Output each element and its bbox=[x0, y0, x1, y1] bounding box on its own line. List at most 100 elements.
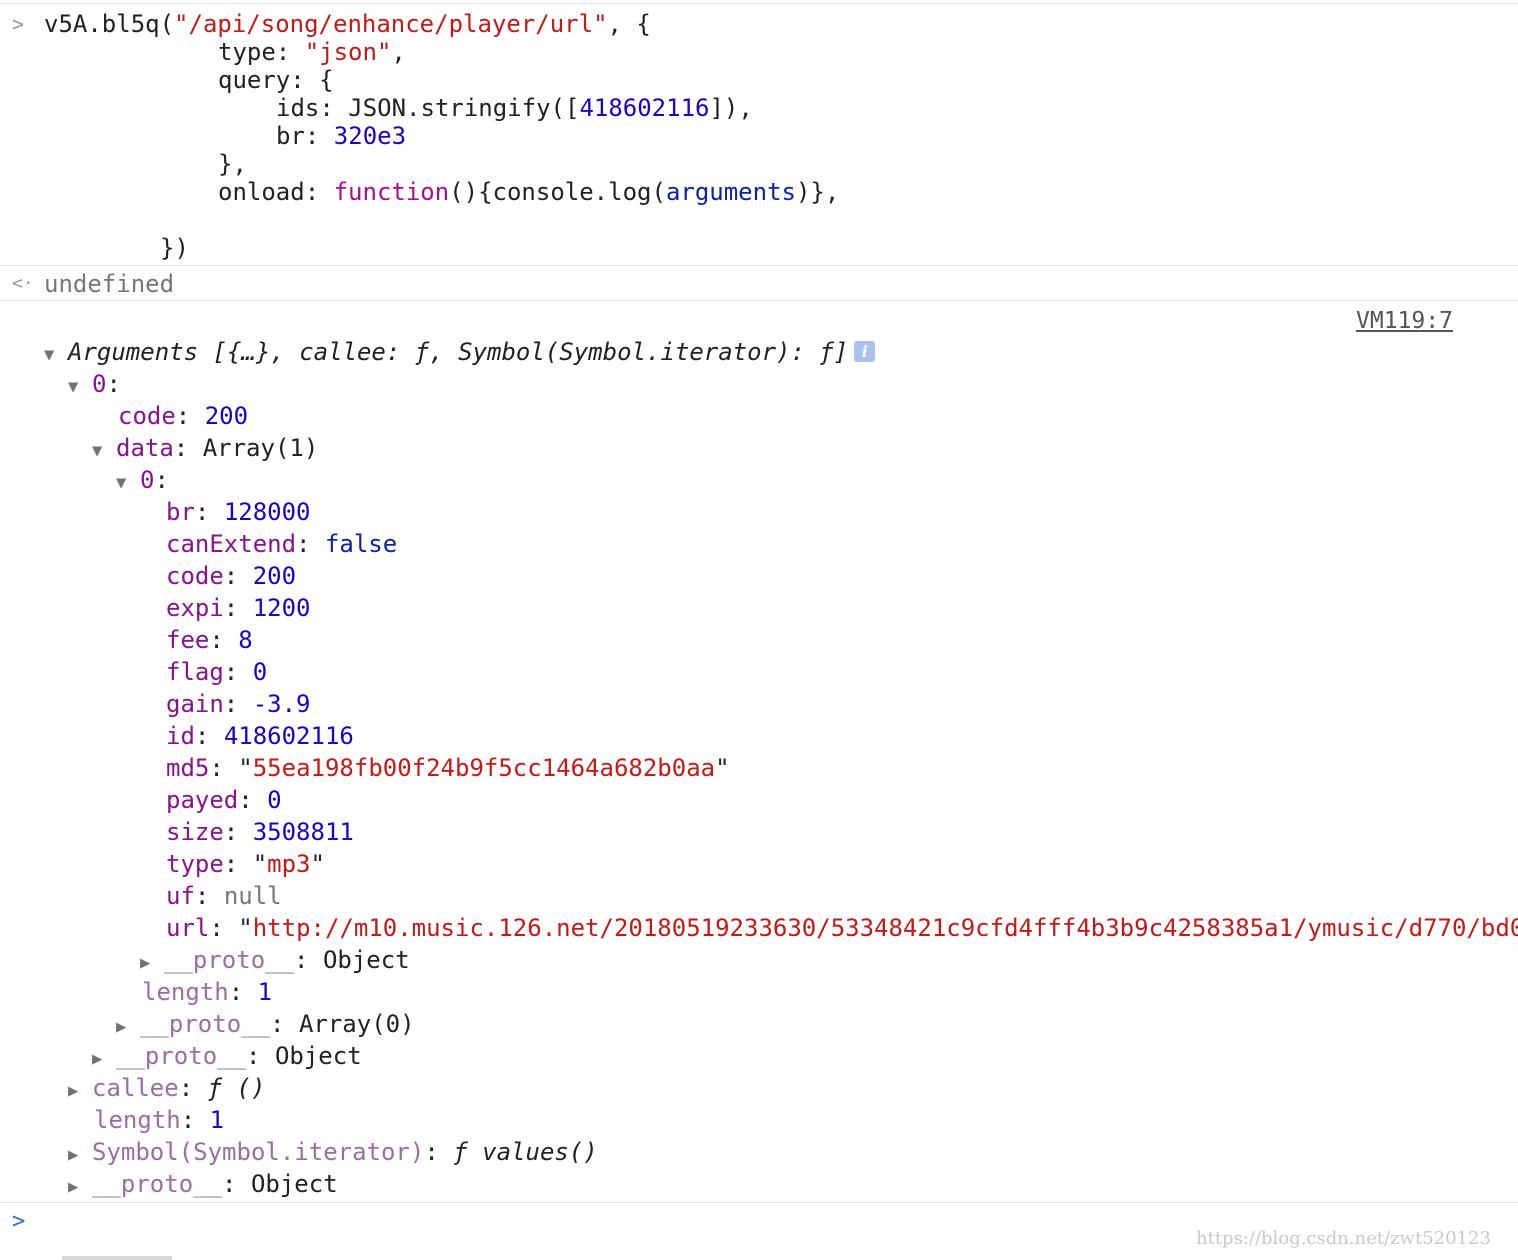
triangle-right-icon[interactable]: ▶ bbox=[140, 949, 164, 977]
property-value: ƒ values() bbox=[453, 1138, 598, 1166]
property-key: 0 bbox=[140, 466, 155, 494]
triangle-down-icon[interactable]: ▼ bbox=[116, 469, 140, 497]
tree-row-data-proto[interactable]: ▶ __proto__: Array(0) bbox=[116, 1010, 415, 1038]
property-key: md5 bbox=[166, 754, 210, 782]
code-line: v5A.bl5q("/api/song/enhance/player/url",… bbox=[44, 10, 651, 38]
field-row-expi: expi: 1200 bbox=[166, 594, 311, 622]
property-value: mp3 bbox=[267, 850, 311, 878]
code-text: onload: bbox=[218, 178, 334, 206]
info-icon[interactable]: i bbox=[854, 341, 876, 362]
code-line: onload: function(){console.log(arguments… bbox=[218, 178, 839, 206]
triangle-down-icon[interactable]: ▼ bbox=[92, 437, 116, 465]
divider bbox=[0, 265, 1518, 266]
field-row-code: code: 200 bbox=[166, 562, 297, 590]
property-value: Object bbox=[274, 1042, 362, 1070]
triangle-right-icon[interactable]: ▶ bbox=[68, 1173, 92, 1201]
field-row-md5: md5: "55ea198fb00f24b9f5cc1464a682b0aa" bbox=[166, 754, 730, 782]
code-text: ids: JSON.stringify([ bbox=[276, 94, 580, 122]
triangle-right-icon[interactable]: ▶ bbox=[116, 1013, 140, 1041]
property-key: data bbox=[116, 434, 174, 462]
property-value: Array(0) bbox=[298, 1010, 415, 1038]
property-key: id bbox=[166, 722, 195, 750]
code-keyword: function bbox=[333, 178, 450, 206]
arguments-summary-row[interactable]: ▼ Arguments [{…}, callee: ƒ, Symbol(Symbo… bbox=[44, 338, 876, 369]
property-key: gain bbox=[166, 690, 224, 718]
source-link[interactable]: VM119:7 bbox=[1356, 308, 1453, 334]
code-text: }) bbox=[160, 234, 189, 262]
field-row-id: id: 418602116 bbox=[166, 722, 354, 750]
tree-row-args-length: length: 1 bbox=[94, 1106, 225, 1134]
tree-row-symbol-iterator[interactable]: ▶ Symbol(Symbol.iterator): ƒ values() bbox=[68, 1138, 598, 1166]
property-value: null bbox=[223, 882, 282, 910]
property-value: Object bbox=[250, 1170, 338, 1198]
tree-row-0[interactable]: ▼ 0: bbox=[68, 370, 121, 398]
property-value: false bbox=[324, 530, 398, 558]
tree-row-item-0[interactable]: ▼ 0: bbox=[116, 466, 169, 494]
tree-row-code: code: 200 bbox=[118, 402, 249, 430]
property-key: code bbox=[166, 562, 224, 590]
property-value: 0 bbox=[252, 658, 268, 686]
triangle-down-icon[interactable]: ▼ bbox=[44, 341, 68, 369]
field-row-fee: fee: 8 bbox=[166, 626, 253, 654]
property-key: __proto__ bbox=[164, 946, 295, 974]
code-text: br: bbox=[276, 122, 334, 150]
field-row-size: size: 3508811 bbox=[166, 818, 354, 846]
property-key: expi bbox=[166, 594, 224, 622]
property-value: Array(1) bbox=[202, 434, 319, 462]
console-prompt-icon: > bbox=[12, 1209, 26, 1234]
triangle-down-icon[interactable]: ▼ bbox=[68, 373, 92, 401]
code-text: (){console.log( bbox=[449, 178, 666, 206]
return-arrow-icon: <· bbox=[12, 273, 34, 294]
triangle-right-icon[interactable]: ▶ bbox=[68, 1141, 92, 1169]
property-key: __proto__ bbox=[92, 1170, 223, 1198]
divider bbox=[0, 1202, 1518, 1203]
property-value: 1200 bbox=[252, 594, 311, 622]
property-key: payed bbox=[166, 786, 239, 814]
field-row-type: type: "mp3" bbox=[166, 850, 325, 878]
input-prompt-icon: > bbox=[12, 12, 25, 36]
property-key: callee bbox=[92, 1074, 179, 1102]
property-key: fee bbox=[166, 626, 210, 654]
property-value: 0 bbox=[267, 786, 282, 814]
property-value: Object bbox=[322, 946, 410, 974]
code-line: br: 320e3 bbox=[276, 122, 406, 150]
result-value: undefined bbox=[44, 270, 175, 298]
property-value: 8 bbox=[238, 626, 253, 654]
tree-row-callee[interactable]: ▶ callee: ƒ () bbox=[68, 1074, 265, 1102]
property-value: 418602116 bbox=[223, 722, 354, 750]
arguments-summary: Arguments [{…}, callee: ƒ, Symbol(Symbol… bbox=[68, 338, 849, 366]
property-key: __proto__ bbox=[116, 1042, 247, 1070]
triangle-right-icon[interactable]: ▶ bbox=[68, 1077, 92, 1105]
url-link[interactable]: http://m10.music.126.net/20180519233630/… bbox=[253, 914, 1518, 942]
property-key: Symbol(Symbol.iterator) bbox=[92, 1138, 425, 1166]
console-input[interactable] bbox=[44, 1206, 1184, 1238]
property-key: type bbox=[166, 850, 224, 878]
property-value: ƒ () bbox=[207, 1074, 266, 1102]
code-text: query: { bbox=[218, 66, 334, 94]
property-key: size bbox=[166, 818, 224, 846]
horizontal-scrollbar[interactable] bbox=[62, 1256, 172, 1260]
property-key: uf bbox=[166, 882, 195, 910]
field-row-br: br: 128000 bbox=[166, 498, 311, 526]
tree-row-item-proto[interactable]: ▶ __proto__: Object bbox=[140, 946, 410, 974]
triangle-right-icon[interactable]: ▶ bbox=[92, 1045, 116, 1073]
tree-row-data[interactable]: ▼ data: Array(1) bbox=[92, 434, 318, 462]
code-text: ]), bbox=[709, 94, 753, 122]
code-text: )}, bbox=[795, 178, 840, 206]
tree-row-root-proto[interactable]: ▶ __proto__: Object bbox=[92, 1042, 362, 1070]
divider bbox=[0, 300, 1518, 301]
property-key: 0 bbox=[92, 370, 107, 398]
tree-row-args-proto[interactable]: ▶ __proto__: Object bbox=[68, 1170, 338, 1198]
property-key: length bbox=[142, 978, 229, 1006]
property-value: 200 bbox=[204, 402, 249, 430]
code-text: type: bbox=[218, 38, 305, 66]
code-number: 418602116 bbox=[579, 94, 710, 122]
property-key: __proto__ bbox=[140, 1010, 271, 1038]
code-text: , { bbox=[607, 10, 651, 38]
code-number: 320e3 bbox=[333, 122, 407, 150]
field-row-canextend: canExtend: false bbox=[166, 530, 398, 558]
property-value: -3.9 bbox=[252, 690, 311, 718]
property-value: 3508811 bbox=[252, 818, 354, 846]
code-line: ids: JSON.stringify([418602116]), bbox=[276, 94, 753, 122]
code-line: query: { bbox=[218, 66, 334, 94]
